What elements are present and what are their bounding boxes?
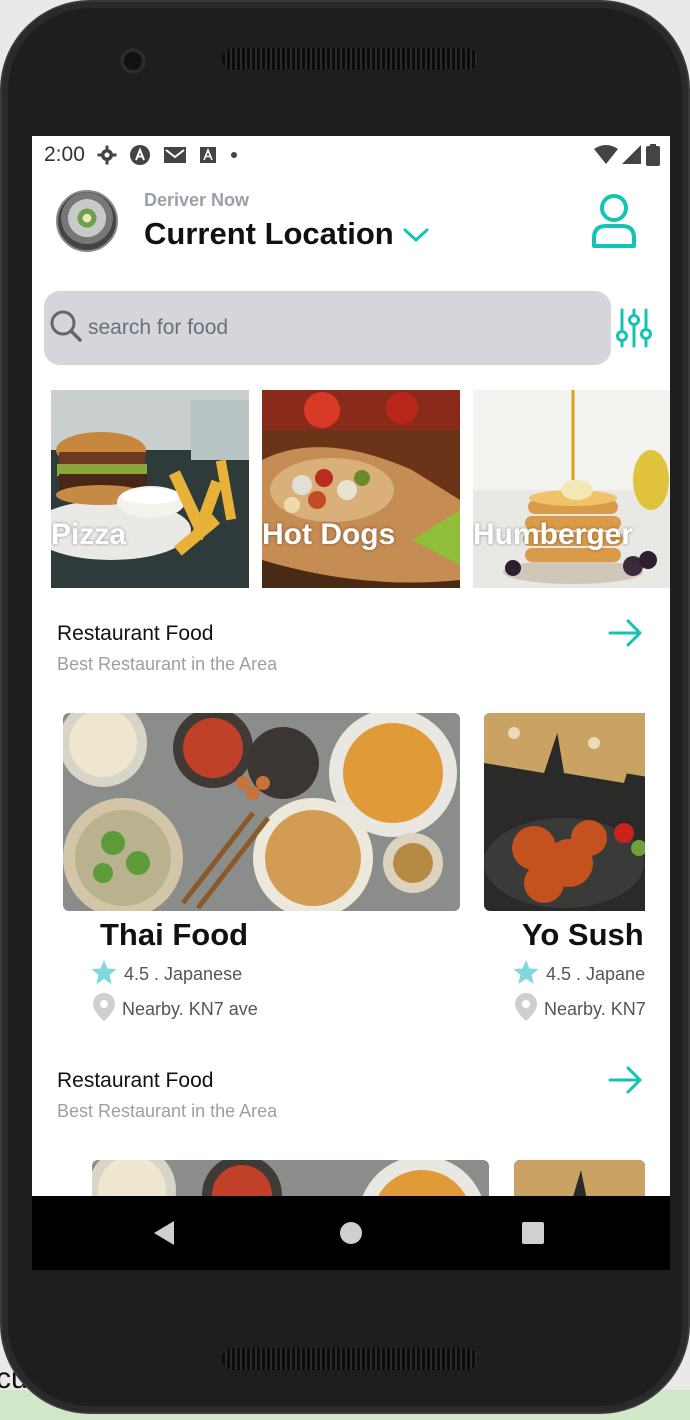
category-label: Pizza (51, 518, 127, 551)
category-card-hot-dogs[interactable]: Hot Dogs (262, 390, 460, 588)
category-label: Hot Dogs (262, 518, 396, 551)
phone-frame: 2:00 Deriver Now Current Location search… (0, 0, 690, 1414)
app-a-icon (129, 144, 151, 166)
restaurant-name[interactable]: Thai Food (100, 917, 248, 953)
deliver-label: Deriver Now (144, 190, 250, 210)
search-input[interactable]: search for food (44, 291, 611, 365)
bottom-speaker (222, 1348, 478, 1370)
location-pin-icon (92, 992, 116, 1027)
search-icon (48, 308, 84, 349)
section-title: Restaurant Food (57, 1069, 214, 1092)
top-speaker (222, 48, 478, 70)
restaurant-location: Nearby. KN7 (514, 992, 645, 1027)
mail-icon (163, 145, 187, 165)
recents-icon[interactable] (522, 1222, 544, 1244)
restaurant-rating: 4.5 . Japanese (90, 958, 242, 991)
back-icon[interactable] (152, 1220, 176, 1251)
signal-icon (622, 145, 642, 171)
sushi-food-photo (484, 713, 645, 911)
chevron-down-icon (402, 216, 430, 252)
burrito-photo (262, 390, 460, 588)
restaurant-location: Nearby. KN7 ave (92, 992, 258, 1027)
rating-text: 4.5 . Japanese (546, 964, 645, 984)
pancakes-photo (473, 390, 670, 588)
header: Deriver Now Current Location (32, 186, 670, 266)
restaurant-image-sushi[interactable] (484, 713, 645, 911)
section-subtitle: Best Restaurant in the Area (57, 1101, 278, 1121)
arrow-right-icon[interactable] (608, 618, 644, 648)
wifi-icon (594, 145, 618, 171)
location-text: Current Location (144, 216, 394, 251)
restaurant-rating: 4.5 . Japanese (512, 958, 645, 991)
category-carousel: Pizza Hot Dogs Humberger (51, 390, 670, 590)
thai-food-photo (63, 713, 460, 911)
section-subtitle: Best Restaurant in the Area (57, 654, 278, 674)
notification-dot-icon (229, 150, 239, 160)
star-icon (90, 958, 118, 991)
filter-sliders-icon[interactable] (616, 308, 652, 348)
settings-icon (97, 145, 117, 165)
home-icon[interactable] (340, 1222, 362, 1244)
location-pin-icon (514, 992, 538, 1027)
profile-icon[interactable] (590, 192, 638, 248)
text-a-icon (199, 146, 217, 164)
status-bar: 2:00 (32, 136, 670, 174)
front-camera (120, 48, 146, 74)
star-icon (512, 958, 540, 991)
avatar[interactable] (56, 190, 118, 252)
burger-photo (51, 390, 249, 588)
restaurant-name[interactable]: Yo Sushi (522, 917, 645, 953)
location-selector[interactable]: Current Location (144, 216, 430, 252)
arrow-right-icon[interactable] (608, 1065, 644, 1095)
location-text: Nearby. KN7 (544, 999, 645, 1019)
system-nav-bar (32, 1196, 670, 1270)
category-card-pizza[interactable]: Pizza (51, 390, 249, 588)
category-label: Humberger (473, 518, 634, 551)
location-text: Nearby. KN7 ave (122, 999, 258, 1019)
restaurant-card-clip: Yo Sushi 4.5 . Japanese Nearby. KN7 (484, 713, 645, 1173)
status-time: 2:00 (44, 143, 85, 166)
rating-text: 4.5 . Japanese (124, 964, 243, 984)
battery-icon (646, 144, 660, 172)
app-screen: 2:00 Deriver Now Current Location search… (32, 136, 670, 1270)
restaurant-image-thai[interactable] (63, 713, 460, 911)
section-title: Restaurant Food (57, 622, 214, 645)
category-card-humberger[interactable]: Humberger (473, 390, 670, 588)
search-placeholder: search for food (88, 316, 229, 339)
